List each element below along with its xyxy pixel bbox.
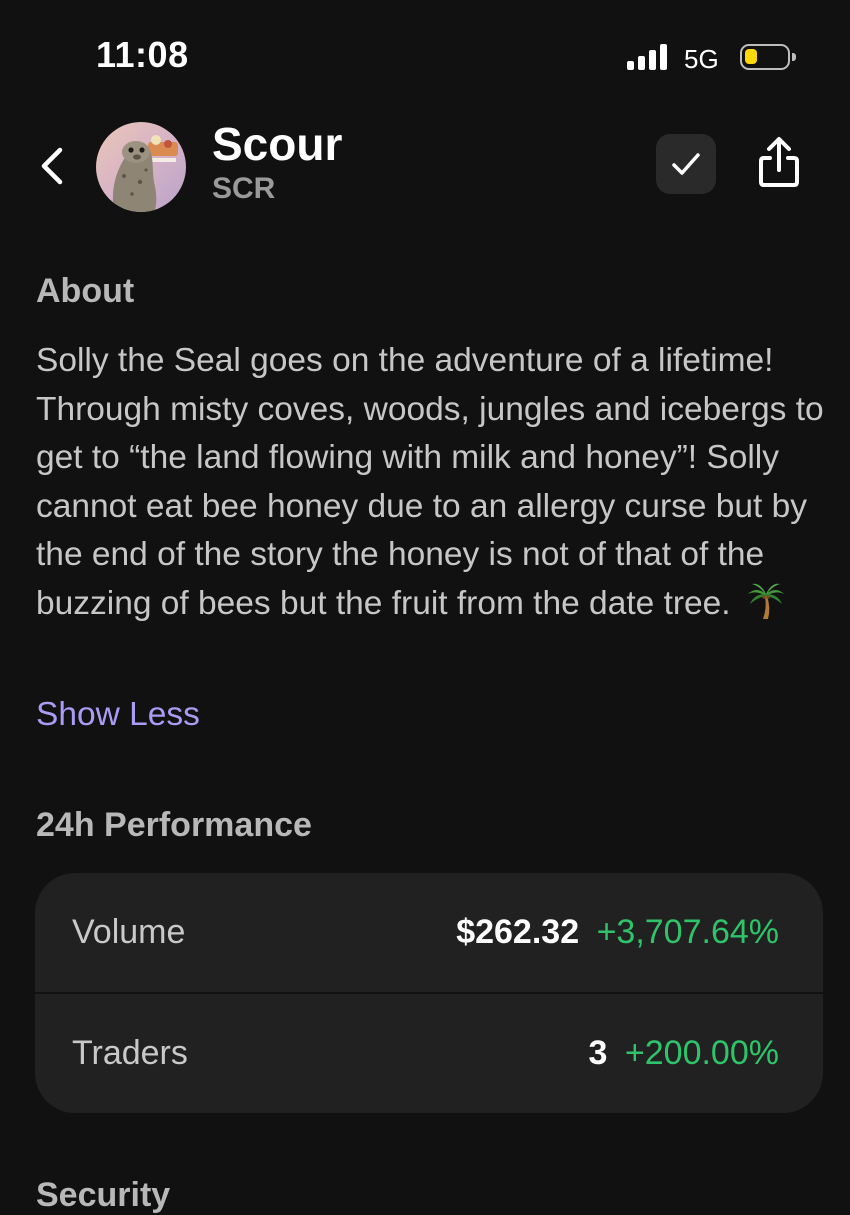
watchlist-check-button[interactable] <box>656 134 716 194</box>
chevron-left-icon <box>41 147 63 185</box>
checkmark-icon <box>672 153 700 175</box>
traders-change: +200.00% <box>624 1034 779 1072</box>
security-heading: Security <box>36 1176 171 1214</box>
status-bar: 11:08 5G <box>0 0 850 110</box>
about-text: Solly the Seal goes on the adventure of … <box>36 342 824 622</box>
cellular-signal-icon <box>627 44 671 70</box>
performance-card: Volume $262.32 +3,707.64% Traders 3 +200… <box>35 873 823 1113</box>
about-heading: About <box>36 272 135 310</box>
traders-label: Traders <box>72 1034 188 1072</box>
volume-label: Volume <box>72 913 186 951</box>
token-symbol: SCR <box>212 172 276 205</box>
token-name: Scour <box>212 118 343 170</box>
battery-level <box>745 49 757 64</box>
about-description: Solly the Seal goes on the adventure of … <box>36 337 826 628</box>
share-button[interactable] <box>750 134 808 194</box>
network-type: 5G <box>684 44 719 74</box>
status-time: 11:08 <box>96 34 189 75</box>
volume-change: +3,707.64% <box>596 913 779 951</box>
performance-heading: 24h Performance <box>36 806 312 844</box>
show-less-link[interactable]: Show Less <box>36 696 200 734</box>
performance-row-traders: Traders 3 +200.00% <box>35 994 823 1113</box>
palm-tree-icon <box>746 580 786 620</box>
performance-row-volume: Volume $262.32 +3,707.64% <box>35 873 823 993</box>
share-icon <box>759 137 799 187</box>
battery-icon <box>740 44 796 70</box>
traders-value: 3 <box>588 1034 608 1072</box>
volume-value: $262.32 <box>456 913 580 951</box>
back-button[interactable] <box>30 140 78 192</box>
token-avatar <box>96 122 186 212</box>
